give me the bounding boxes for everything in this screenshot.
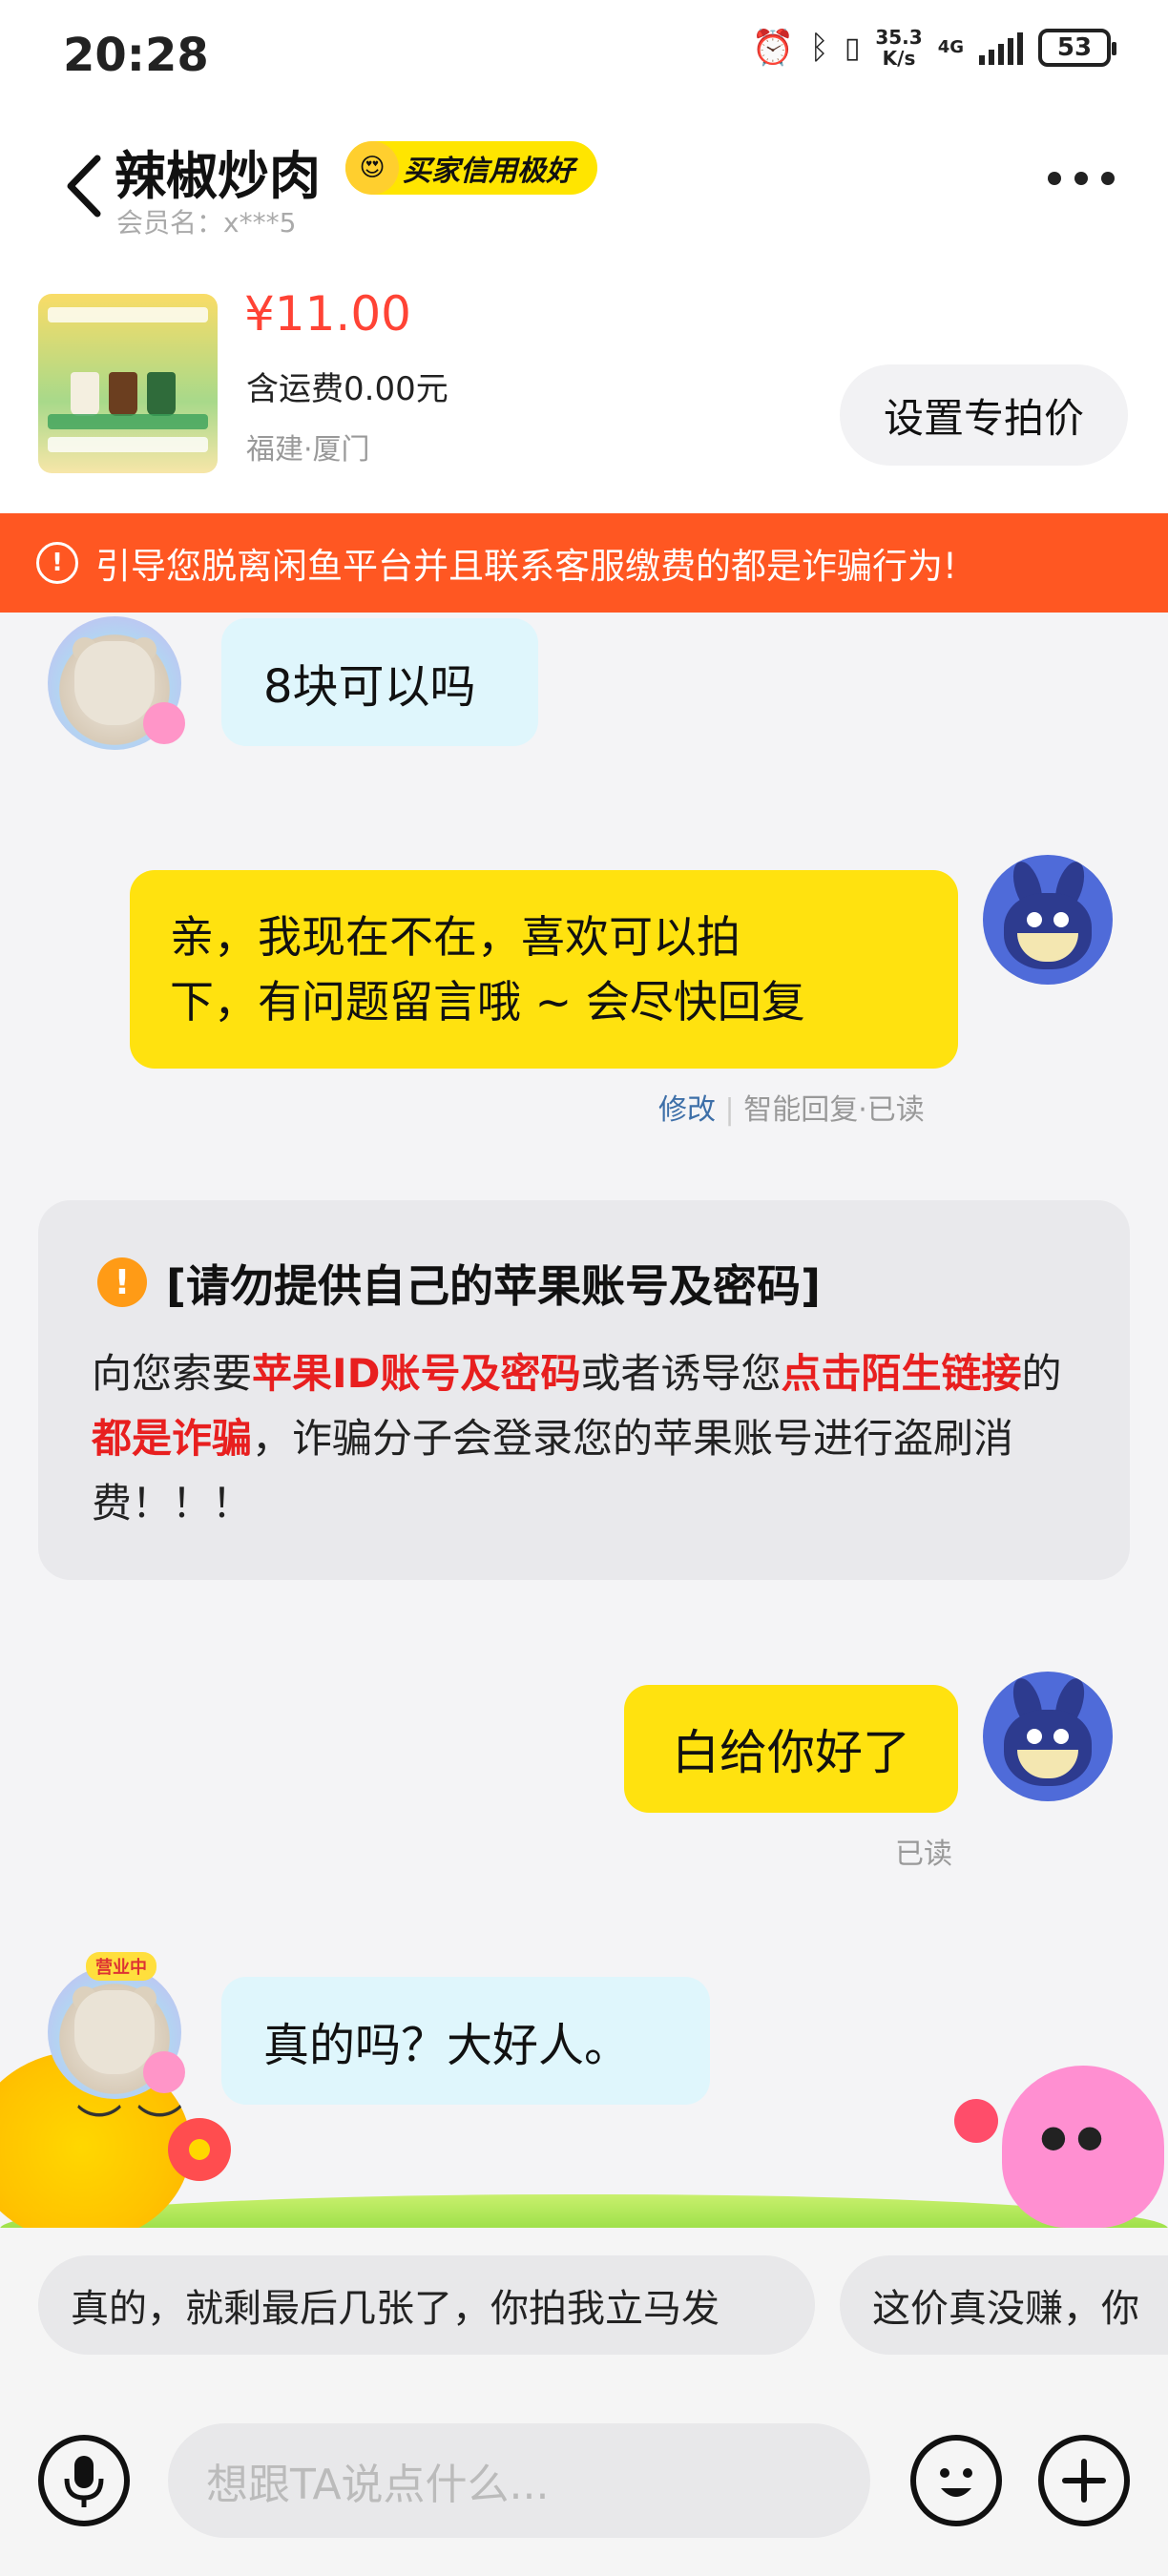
message-line: 亲，我现在不在，喜欢可以拍 <box>170 911 740 963</box>
sun-face-icon: ︶ ︶ <box>76 2101 183 2154</box>
shipping-fee: 含运费0.00元 <box>246 370 448 408</box>
octopus-eyes-icon: ● ● <box>1040 2118 1104 2154</box>
warning-text: 引导您脱离闲鱼平台并且联系客服缴费的都是诈骗行为! <box>95 546 957 587</box>
my-avatar[interactable] <box>983 1672 1113 1801</box>
signal-icon <box>979 31 1023 65</box>
back-arrow-icon[interactable] <box>57 153 115 219</box>
message-meta: 修改 | 智能回复·已读 <box>658 1093 925 1127</box>
flower-center <box>189 2139 210 2160</box>
message-line: 下，有问题留言哦 ~ 会尽快回复 <box>170 976 805 1028</box>
member-name: 会员名：x***5 <box>116 207 297 239</box>
seller-status-tag: 营业中 <box>86 1952 156 1981</box>
alarm-icon: ⏰ <box>751 29 795 68</box>
emoji-icon[interactable] <box>910 2435 1002 2526</box>
status-icons: ⏰ ᛒ ▯ 35.3 K/s 4G 53 <box>751 26 1116 70</box>
net-speed: 35.3 K/s <box>875 26 923 70</box>
chat-title: 辣椒炒肉 <box>115 146 321 206</box>
my-avatar[interactable] <box>983 855 1113 985</box>
message-bubble-seller[interactable]: 真的吗？大好人。 <box>221 1977 710 2105</box>
edit-link[interactable]: 修改 <box>658 1093 716 1127</box>
set-price-button[interactable]: 设置专拍价 <box>840 364 1128 466</box>
quick-reply-chip[interactable]: 这价真没赚，你 <box>840 2255 1168 2355</box>
message-bubble-me[interactable]: 亲，我现在不在，喜欢可以拍 下，有问题留言哦 ~ 会尽快回复 <box>130 870 958 1069</box>
read-status: 已读 <box>895 1838 952 1871</box>
message-bubble-me[interactable]: 白给你好了 <box>624 1685 958 1813</box>
warning-icon: ! <box>36 542 78 584</box>
plus-icon[interactable] <box>1038 2435 1130 2526</box>
microphone-icon[interactable] <box>38 2435 130 2526</box>
seller-avatar[interactable]: 营业中 <box>48 1952 185 2099</box>
product-location: 福建·厦门 <box>246 433 370 467</box>
notice-title: [请勿提供自己的苹果账号及密码] <box>166 1260 822 1312</box>
network-type: 4G <box>937 37 964 57</box>
product-thumbnail[interactable] <box>38 294 218 473</box>
notice-body: 向您索要苹果ID账号及密码或者诱导您点击陌生链接的都是诈骗，诈骗分子会登录您的苹… <box>92 1350 1062 1527</box>
battery-icon: 53 <box>1038 29 1116 67</box>
fraud-warning-banner: ! 引导您脱离闲鱼平台并且联系客服缴费的都是诈骗行为! <box>0 513 1168 613</box>
heart-eyes-icon: 😍 <box>345 141 399 195</box>
exclamation-icon: ! <box>97 1257 147 1307</box>
vibrate-icon: ▯ <box>844 31 861 65</box>
bluetooth-icon: ᛒ <box>809 29 829 67</box>
more-icon[interactable] <box>1048 172 1115 185</box>
status-time: 20:28 <box>63 29 209 82</box>
product-price: ¥11.00 <box>244 286 411 342</box>
message-input[interactable]: 想跟TA说点什么... <box>168 2423 870 2538</box>
heart-decoration <box>954 2099 998 2143</box>
grass-decoration <box>0 2194 1168 2229</box>
seller-avatar[interactable] <box>48 616 185 750</box>
message-bubble-seller[interactable]: 8块可以吗 <box>221 618 538 746</box>
quick-reply-chip[interactable]: 真的，就剩最后几张了，你拍我立马发 <box>38 2255 815 2355</box>
